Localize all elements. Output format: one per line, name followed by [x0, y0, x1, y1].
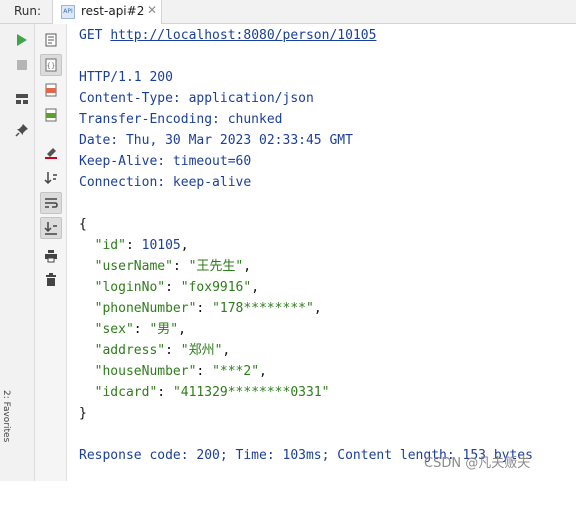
json-field: "phoneNumber": "178********", [94, 301, 322, 316]
console-toolbar: {} [35, 24, 67, 481]
json-field: "idcard": "411329********0331" [94, 385, 330, 400]
print-icon[interactable] [40, 245, 62, 267]
console-output[interactable]: GET http://localhost:8080/person/10105 H… [67, 24, 576, 481]
scroll-to-end-icon[interactable] [40, 217, 62, 239]
close-icon[interactable]: ✕ [147, 3, 157, 17]
json-close-brace: } [79, 406, 87, 421]
run-tab-bar: Run: API rest-api#2 ✕ [0, 0, 576, 24]
svg-text:{}: {} [47, 62, 56, 70]
request-url-link[interactable]: http://localhost:8080/person/10105 [110, 28, 376, 43]
favorites-label: 2: Favorites [1, 390, 11, 443]
json-field: "id": 10105, [94, 238, 189, 253]
layout-icon[interactable] [11, 88, 33, 110]
header-line: Keep-Alive: timeout=60 [79, 154, 252, 169]
request-line: GET http://localhost:8080/person/10105 [79, 25, 376, 46]
status-line: HTTP/1.1 200 [79, 70, 173, 85]
soft-wrap-icon[interactable] [40, 192, 62, 214]
json-field: "houseNumber": "***2", [94, 364, 267, 379]
json-response-icon[interactable]: {} [40, 54, 62, 76]
stop-icon[interactable] [11, 54, 33, 76]
rerun-icon[interactable] [11, 29, 33, 51]
favorites-side-panel[interactable]: 2: Favorites [0, 390, 13, 505]
headers-icon[interactable] [40, 104, 62, 126]
watermark: CSDN @凡夫贩夫 [424, 456, 531, 471]
json-field: "address": "郑州", [94, 343, 231, 358]
request-file-icon[interactable] [40, 29, 62, 51]
header-line: Content-Type: application/json [79, 91, 314, 106]
sort-icon[interactable] [40, 167, 62, 189]
header-line: Transfer-Encoding: chunked [79, 112, 283, 127]
pin-icon[interactable] [11, 119, 33, 141]
run-label: Run: [14, 4, 42, 18]
api-file-icon: API [61, 5, 75, 19]
tab-rest-api[interactable]: API rest-api#2 ✕ [52, 0, 162, 24]
header-line: Connection: keep-alive [79, 175, 252, 190]
html-response-icon[interactable] [40, 79, 62, 101]
run-toolbar: 2: Favorites [0, 24, 35, 481]
json-field: "userName": "王先生", [94, 259, 252, 274]
trash-icon[interactable] [40, 269, 62, 291]
json-field: "sex": "男", [94, 322, 186, 337]
clear-icon[interactable] [40, 141, 62, 163]
request-method: GET [79, 28, 103, 43]
json-field: "loginNo": "fox9916", [94, 280, 260, 295]
header-line: Date: Thu, 30 Mar 2023 02:33:45 GMT [79, 133, 353, 148]
json-open-brace: { [79, 217, 87, 232]
tab-title: rest-api#2 [81, 4, 145, 18]
